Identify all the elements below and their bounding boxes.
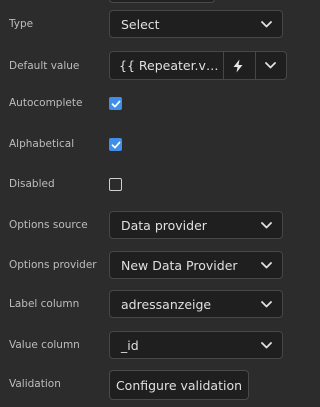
- validation-label: Validation: [9, 378, 61, 390]
- value-column-select[interactable]: _id: [109, 331, 283, 359]
- alphabetical-label: Alphabetical: [9, 138, 75, 150]
- options-source-value: Data provider: [121, 218, 207, 233]
- type-label: Type: [9, 18, 34, 30]
- checkmark-icon: [111, 141, 121, 149]
- autocomplete-row: Autocomplete: [0, 97, 301, 127]
- default-value-row: Default value {{ Repeater.ve…: [0, 51, 301, 81]
- previous-control-edge: [109, 0, 215, 3]
- divider: [223, 52, 224, 79]
- options-provider-row: Options provider New Data Provider: [0, 251, 301, 281]
- default-value-field[interactable]: {{ Repeater.ve…: [109, 51, 287, 80]
- label-column-value: adressanzeige: [121, 297, 212, 312]
- value-column-row: Value column _id: [0, 331, 301, 361]
- default-value-label: Default value: [9, 60, 80, 72]
- disabled-checkbox[interactable]: [109, 178, 122, 191]
- disabled-row: Disabled: [0, 178, 301, 208]
- options-source-label: Options source: [9, 219, 88, 231]
- chevron-down-icon: [261, 21, 272, 28]
- label-column-row: Label column adressanzeige: [0, 290, 301, 320]
- alphabetical-row: Alphabetical: [0, 138, 301, 168]
- chevron-down-icon: [261, 342, 272, 349]
- options-provider-select[interactable]: New Data Provider: [109, 251, 283, 279]
- checkmark-icon: [111, 100, 121, 108]
- label-column-label: Label column: [9, 298, 80, 310]
- lightning-bolt-icon[interactable]: [232, 59, 244, 73]
- options-provider-label: Options provider: [9, 259, 97, 271]
- disabled-label: Disabled: [9, 178, 55, 190]
- alphabetical-checkbox[interactable]: [109, 138, 122, 151]
- autocomplete-label: Autocomplete: [9, 97, 83, 109]
- chevron-down-icon[interactable]: [265, 62, 276, 69]
- options-source-select[interactable]: Data provider: [109, 211, 283, 239]
- validation-row: Validation Configure validation: [0, 370, 301, 400]
- configure-validation-button[interactable]: Configure validation: [109, 370, 249, 400]
- options-provider-value: New Data Provider: [121, 258, 238, 273]
- chevron-down-icon: [261, 222, 272, 229]
- chevron-down-icon: [261, 301, 272, 308]
- value-column-label: Value column: [9, 339, 80, 351]
- type-select[interactable]: Select: [109, 10, 283, 38]
- divider: [255, 52, 256, 79]
- chevron-down-icon: [261, 262, 272, 269]
- autocomplete-checkbox[interactable]: [109, 97, 122, 110]
- default-value-input[interactable]: {{ Repeater.ve…: [119, 58, 223, 73]
- type-value: Select: [121, 17, 160, 32]
- options-source-row: Options source Data provider: [0, 211, 301, 241]
- type-row: Type Select: [0, 10, 301, 40]
- label-column-select[interactable]: adressanzeige: [109, 290, 283, 318]
- value-column-value: _id: [121, 338, 139, 353]
